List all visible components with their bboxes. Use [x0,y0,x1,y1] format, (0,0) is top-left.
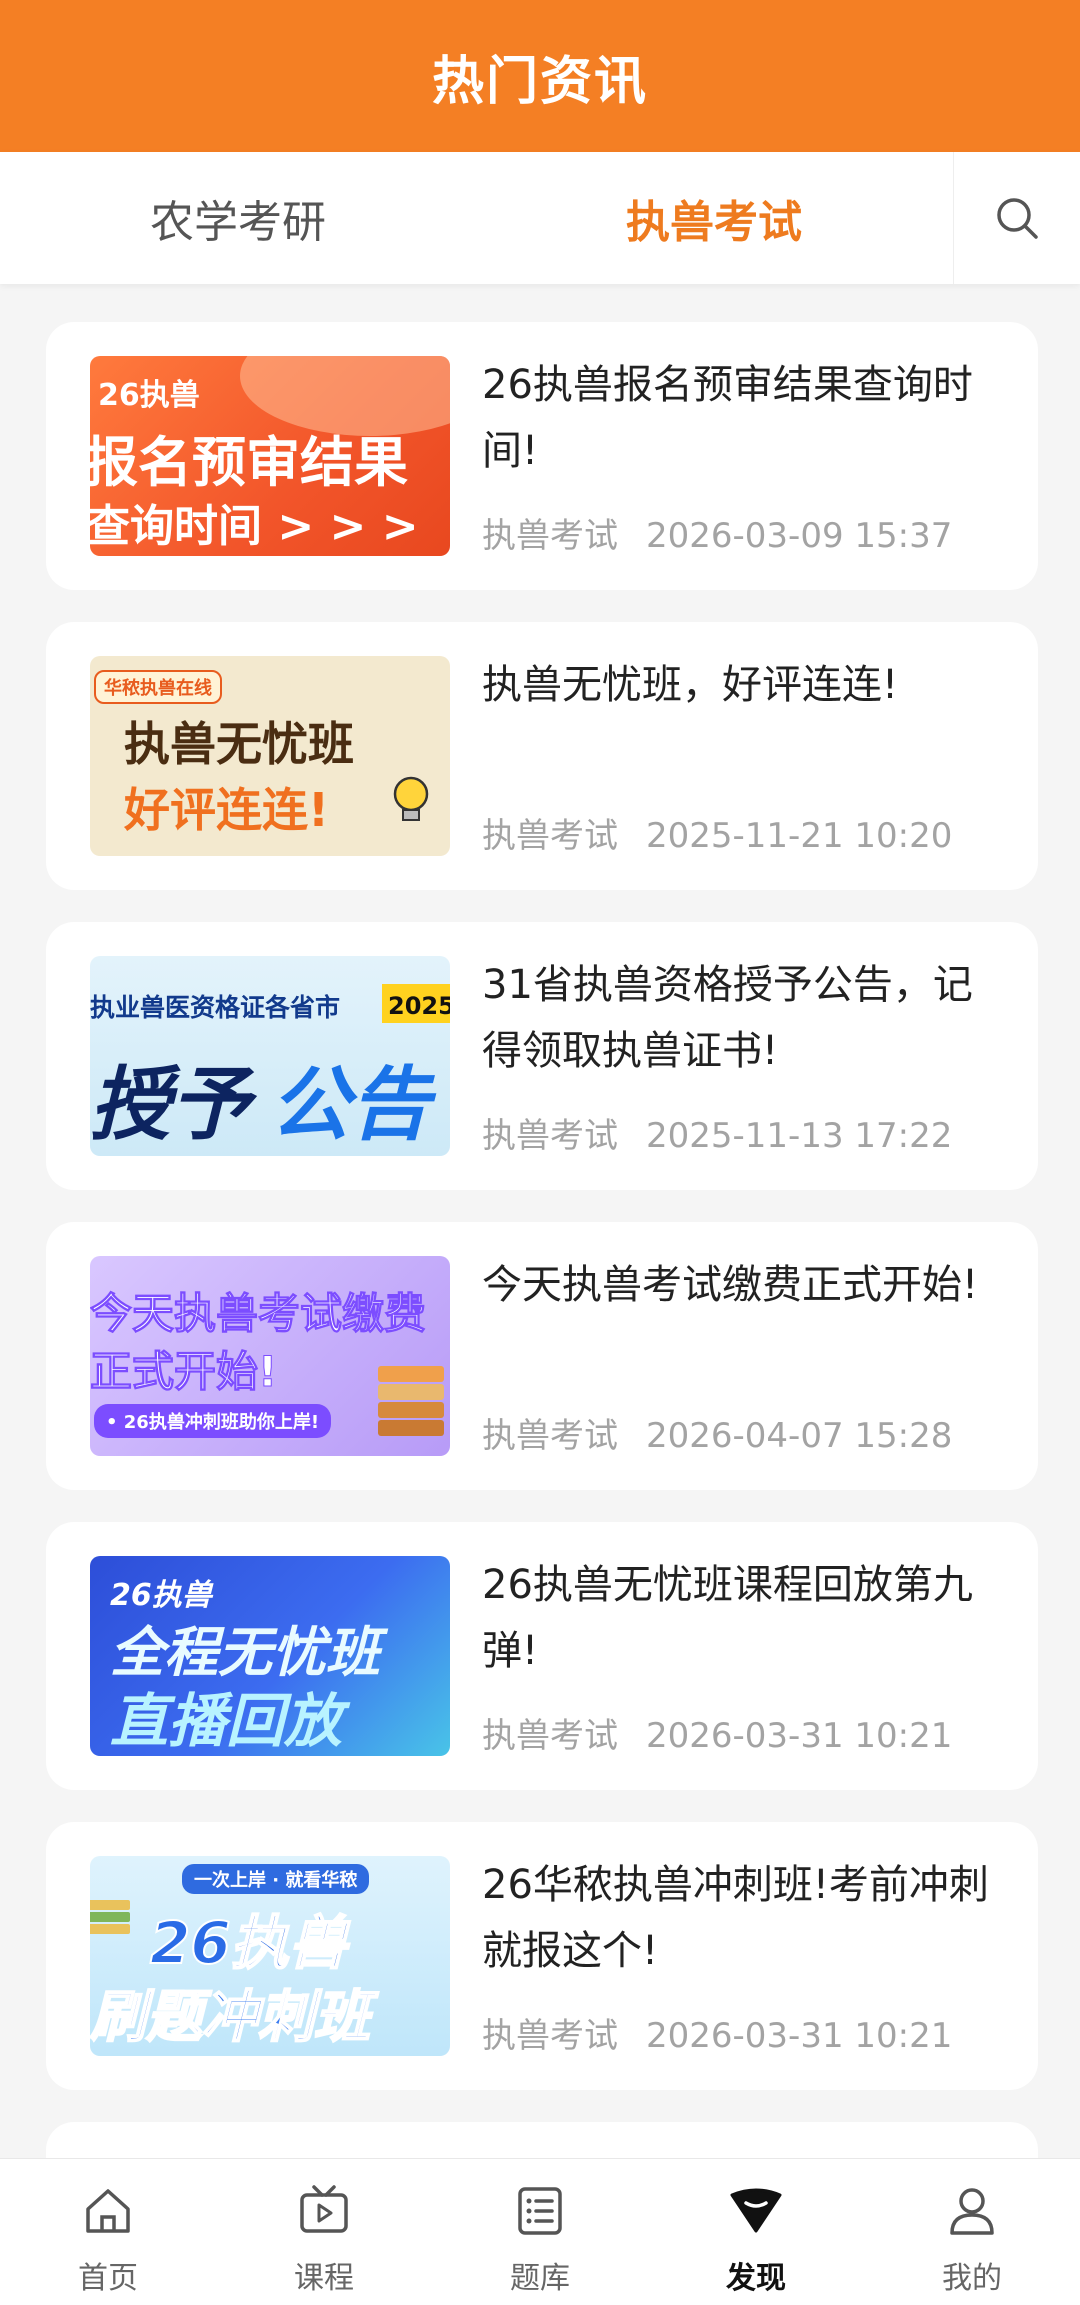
article-title: 26华秾执兽冲刺班!考前冲刺就报这个! [482,1862,989,1974]
search-button[interactable] [953,152,1080,284]
article-time: 2026-03-09 15:37 [646,516,953,556]
page-title: 热门资讯 [431,51,648,112]
nav-question-bank-label: 题库 [510,2261,570,2296]
nav-profile[interactable]: 我的 [864,2159,1080,2305]
article-category: 执兽考试 [482,1416,618,1456]
article-time: 2026-04-07 15:28 [646,1416,953,1456]
article-title: 26执兽无忧班课程回放第九弹! [482,1562,973,1674]
article-card[interactable]: 一次上岸 · 就看华秾 26执兽 刷题冲刺班 26华秾执兽冲刺班!考前冲刺就报这… [46,1822,1038,2090]
question-bank-icon [518,2187,562,2235]
article-meta: 执兽考试 2026-03-31 10:21 [482,2008,952,2057]
article-card[interactable]: 26执兽 报名预审结果 查询时间 > > > 26执兽报名预审结果查询时间! 执… [46,322,1038,590]
article-title: 执兽无忧班，好评连连! [482,662,899,708]
article-thumbnail: 华秾执兽在线 执兽无忧班 好评连连! [90,656,450,856]
article-category: 执兽考试 [482,1116,618,1156]
nav-home-label: 首页 [78,2261,138,2296]
article-time: 2026-03-31 10:21 [646,1716,953,1756]
article-card-partial[interactable] [46,2122,1038,2162]
discover-icon [730,2188,782,2233]
profile-icon [950,2188,994,2235]
article-meta: 执兽考试 2026-04-07 15:28 [482,1408,952,1457]
article-category: 执兽考试 [482,816,618,856]
nav-course[interactable]: 课程 [216,2159,432,2305]
article-meta: 执兽考试 2025-11-21 10:20 [482,808,952,857]
article-category: 执兽考试 [482,2016,618,2056]
book-stack-illustration [378,1366,444,1446]
article-time: 2026-03-31 10:21 [646,2016,953,2056]
tab-agri-postgrad[interactable]: 农学考研 [0,152,476,284]
article-title: 31省执兽资格授予公告，记得领取执兽证书! [482,962,973,1074]
nav-discover-label: 发现 [726,2261,786,2296]
article-thumbnail: 执业兽医资格证各省市 2025年 授予 公告 [90,956,450,1156]
article-meta: 执兽考试 2025-11-13 17:22 [482,1108,952,1157]
lightbulb-icon [393,776,429,821]
nav-question-bank[interactable]: 题库 [432,2159,648,2305]
article-time: 2025-11-21 10:20 [646,816,953,856]
category-tabs: 农学考研 执兽考试 [0,152,1080,284]
article-title: 26执兽报名预审结果查询时间! [482,362,973,474]
nav-discover[interactable]: 发现 [648,2159,864,2305]
bottom-navigation: 首页 课程 题库 发现 我的 [0,2158,1080,2305]
article-thumbnail: 26执兽 全程无忧班 直播回放 [90,1556,450,1756]
article-category: 执兽考试 [482,516,618,556]
article-meta: 执兽考试 2026-03-31 10:21 [482,1708,952,1757]
nav-profile-label: 我的 [942,2261,1002,2296]
nav-course-label: 课程 [294,2261,354,2296]
home-icon [86,2189,130,2233]
article-thumbnail: 26执兽 报名预审结果 查询时间 > > > [90,356,450,556]
article-category: 执兽考试 [482,1716,618,1756]
article-thumbnail: 一次上岸 · 就看华秾 26执兽 刷题冲刺班 [90,1856,450,2056]
book-illustration [90,1900,130,1936]
video-icon [300,2185,348,2233]
tab-vet-exam[interactable]: 执兽考试 [476,152,952,284]
nav-home[interactable]: 首页 [0,2159,216,2305]
article-card[interactable]: 华秾执兽在线 执兽无忧班 好评连连! 执兽无忧班，好评连连! 执兽考试 2025-… [46,622,1038,890]
article-title: 今天执兽考试缴费正式开始! [482,1262,979,1308]
article-meta: 执兽考试 2026-03-09 15:37 [482,508,952,557]
app-header: 热门资讯 [0,0,1080,152]
article-time: 2025-11-13 17:22 [646,1116,953,1156]
search-icon [997,198,1038,239]
article-card[interactable]: 今天执兽考试缴费 正式开始! • 26执兽冲刺班助你上岸! 今天执兽考试缴费正式… [46,1222,1038,1490]
article-list: 26执兽 报名预审结果 查询时间 > > > 26执兽报名预审结果查询时间! 执… [46,322,1038,2194]
article-card[interactable]: 执业兽医资格证各省市 2025年 授予 公告 31省执兽资格授予公告，记得领取执… [46,922,1038,1190]
article-thumbnail: 今天执兽考试缴费 正式开始! • 26执兽冲刺班助你上岸! [90,1256,450,1456]
article-card[interactable]: 26执兽 全程无忧班 直播回放 26执兽无忧班课程回放第九弹! 执兽考试 2026… [46,1522,1038,1790]
